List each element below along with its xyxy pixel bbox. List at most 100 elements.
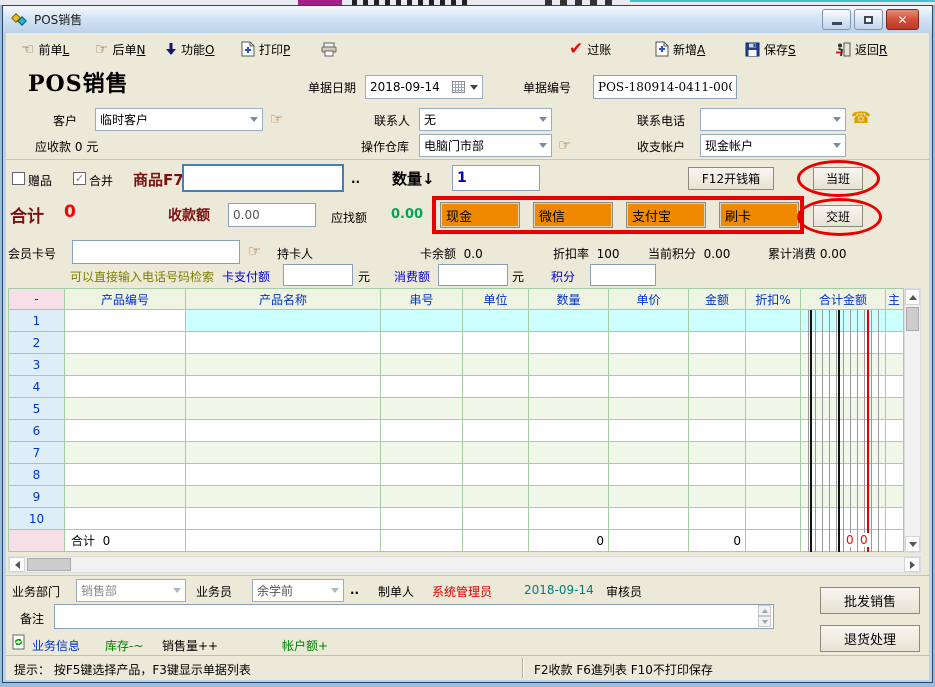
grid-cell[interactable]	[463, 376, 529, 398]
grid-cell[interactable]	[689, 486, 746, 508]
grid-cell[interactable]	[886, 508, 904, 530]
grid-cell[interactable]	[186, 508, 381, 530]
grid-cell[interactable]	[801, 442, 886, 464]
grid-cell[interactable]	[746, 398, 801, 420]
table-row[interactable]: 7	[9, 442, 904, 464]
grid-cell[interactable]	[689, 354, 746, 376]
grid-cell[interactable]	[65, 508, 186, 530]
h-scrollbar[interactable]	[8, 556, 921, 573]
grid-cell[interactable]	[186, 376, 381, 398]
restore-button[interactable]	[854, 9, 883, 30]
grid-cell[interactable]	[381, 310, 463, 332]
grid-cell[interactable]	[886, 310, 904, 332]
grid-cell[interactable]	[65, 376, 186, 398]
grid-cell[interactable]	[65, 398, 186, 420]
grid-cell[interactable]	[186, 442, 381, 464]
grid-cell[interactable]	[689, 508, 746, 530]
customer-lookup-icon[interactable]	[270, 110, 283, 128]
grid-cell[interactable]	[689, 398, 746, 420]
grid-cell[interactable]	[186, 398, 381, 420]
grid-cell[interactable]	[529, 508, 609, 530]
cashbox-button[interactable]: F12开钱箱	[688, 167, 774, 190]
phone-combo[interactable]	[700, 108, 846, 131]
grid-cell[interactable]	[381, 398, 463, 420]
grid-cell[interactable]	[746, 354, 801, 376]
customer-combo[interactable]: 临时客户	[95, 108, 263, 131]
grid-cell[interactable]	[529, 332, 609, 354]
grid-cell[interactable]	[65, 442, 186, 464]
grid-cell[interactable]	[609, 310, 689, 332]
grid-cell[interactable]	[463, 486, 529, 508]
table-row[interactable]: 8	[9, 464, 904, 486]
account-combo[interactable]: 现金帐户	[700, 134, 846, 157]
grid-cell[interactable]	[65, 464, 186, 486]
grid-cell[interactable]	[529, 464, 609, 486]
grid-cell[interactable]	[186, 486, 381, 508]
grid-cell[interactable]	[65, 332, 186, 354]
date-input[interactable]: 2018-09-14	[365, 75, 483, 99]
date-dropdown-icon[interactable]	[466, 85, 482, 90]
grid-cell[interactable]	[529, 442, 609, 464]
grid-cell[interactable]	[463, 442, 529, 464]
card-pay-input[interactable]	[283, 264, 353, 286]
grid-cell[interactable]	[609, 354, 689, 376]
grid-cell[interactable]	[886, 464, 904, 486]
grid-cell[interactable]	[609, 464, 689, 486]
dept-combo[interactable]: 销售部	[76, 579, 186, 602]
grid-cell[interactable]	[689, 310, 746, 332]
grid-cell[interactable]	[65, 486, 186, 508]
grid-cell[interactable]	[801, 332, 886, 354]
grid-cell[interactable]	[529, 398, 609, 420]
grid-cell[interactable]	[463, 420, 529, 442]
grid-cell[interactable]	[801, 398, 886, 420]
grid-cell[interactable]	[381, 420, 463, 442]
grid-cell[interactable]	[381, 332, 463, 354]
grid-cell[interactable]	[689, 420, 746, 442]
grid-cell[interactable]	[463, 508, 529, 530]
grid-cell[interactable]	[886, 486, 904, 508]
grid-cell[interactable]	[65, 420, 186, 442]
v-scrollbar[interactable]	[904, 288, 921, 553]
grid-cell[interactable]	[609, 332, 689, 354]
score-input[interactable]	[590, 264, 656, 286]
grid-cell[interactable]	[801, 464, 886, 486]
grid-cell[interactable]	[186, 354, 381, 376]
grid-cell[interactable]	[801, 486, 886, 508]
table-row[interactable]: 9	[9, 486, 904, 508]
toolbar-post-button[interactable]: 过账	[566, 37, 614, 61]
gift-checkbox[interactable]	[12, 172, 25, 185]
grid-cell[interactable]	[186, 464, 381, 486]
member-lookup-icon[interactable]	[248, 242, 261, 260]
grid-cell[interactable]	[381, 464, 463, 486]
grid-cell[interactable]	[65, 310, 186, 332]
toolbar-save-button[interactable]: 保存S	[742, 37, 799, 61]
grid-cell[interactable]	[65, 354, 186, 376]
shift-button[interactable]: 交班	[813, 205, 863, 227]
grid-cell[interactable]	[746, 486, 801, 508]
table-row[interactable]: 2	[9, 332, 904, 354]
grid-cell[interactable]	[381, 442, 463, 464]
grid-cell[interactable]	[746, 464, 801, 486]
minimize-button[interactable]	[822, 9, 851, 30]
member-card-input[interactable]	[72, 240, 240, 264]
phone-icon[interactable]	[851, 108, 871, 127]
calendar-icon[interactable]	[450, 81, 466, 93]
warehouse-lookup-icon[interactable]	[558, 136, 571, 154]
grid-cell[interactable]	[463, 354, 529, 376]
toolbar-print-button[interactable]: 打印P	[238, 37, 293, 61]
table-row[interactable]: 10	[9, 508, 904, 530]
grid-cell[interactable]	[746, 420, 801, 442]
grid-cell[interactable]	[463, 464, 529, 486]
table-row[interactable]: 4	[9, 376, 904, 398]
grid-cell[interactable]	[609, 486, 689, 508]
grid-cell[interactable]	[529, 486, 609, 508]
toolbar-back-button[interactable]: 返回R	[832, 37, 890, 61]
grid-cell[interactable]	[463, 310, 529, 332]
toolbar-printer-button[interactable]	[318, 37, 341, 61]
toolbar-new-button[interactable]: 新增A	[652, 37, 708, 61]
table-row[interactable]: 1	[9, 310, 904, 332]
grid-cell[interactable]	[886, 332, 904, 354]
table-row[interactable]: 6	[9, 420, 904, 442]
wholesale-button[interactable]: 批发销售	[820, 587, 920, 614]
toolbar-prev-button[interactable]: 前单L	[18, 37, 72, 61]
